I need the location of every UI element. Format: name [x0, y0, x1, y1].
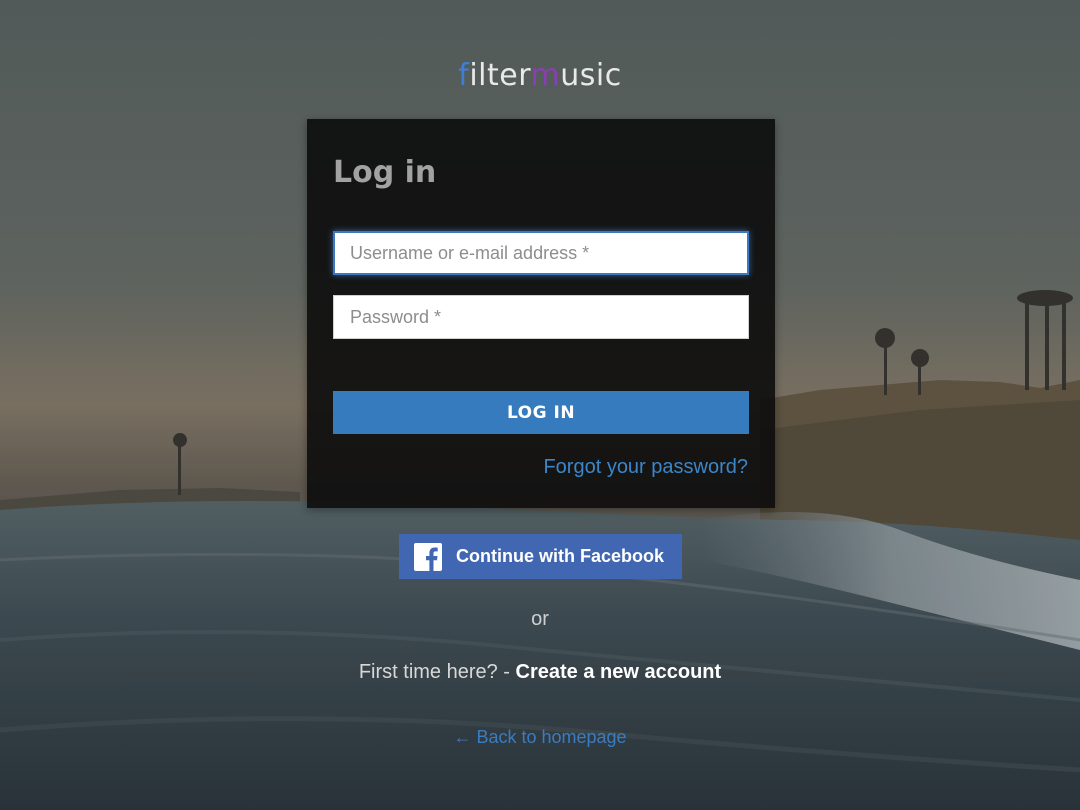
page-title: Log in [333, 155, 437, 190]
back-to-homepage: ← Back to homepage [0, 727, 1080, 748]
username-input[interactable] [333, 231, 749, 275]
facebook-button-label: Continue with Facebook [456, 546, 665, 566]
login-button[interactable]: LOG IN [333, 391, 749, 434]
password-input[interactable] [333, 295, 749, 339]
or-separator: or [531, 608, 549, 630]
logo-letter-f: f [458, 58, 470, 93]
forgot-password-link[interactable]: Forgot your password? [543, 456, 748, 479]
back-to-homepage-link[interactable]: ← Back to homepage [453, 727, 626, 747]
create-account-link[interactable]: Create a new account [516, 661, 722, 683]
brand-logo[interactable]: filtermusic [0, 58, 1080, 93]
logo-text-usic: usic [560, 58, 622, 93]
login-panel: Log in LOG IN Forgot your password? [307, 119, 775, 508]
facebook-login-button[interactable]: Continue with Facebook [399, 534, 682, 579]
logo-letter-m: m [530, 58, 561, 93]
logo-text-ilter: ilter [469, 58, 531, 93]
signup-prompt-text: First time here? - [358, 661, 516, 683]
signup-prompt: First time here? - Create a new account [0, 661, 1080, 684]
facebook-icon [414, 542, 442, 571]
